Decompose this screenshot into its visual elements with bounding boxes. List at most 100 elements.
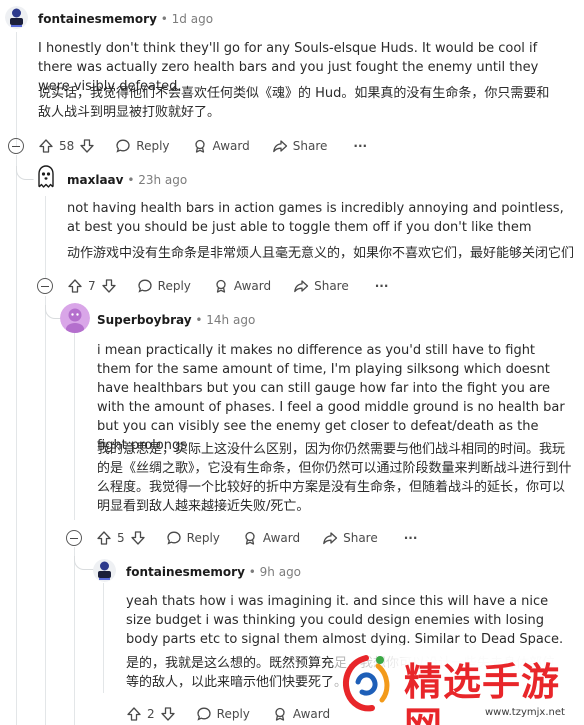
avatar-image: [93, 559, 116, 582]
more-options-button[interactable]: ···: [353, 139, 367, 153]
share-label: Share: [314, 279, 349, 293]
vote-group: 7: [67, 278, 117, 294]
downvote-icon[interactable]: [130, 530, 146, 546]
collapse-thread-button[interactable]: [8, 138, 24, 154]
username[interactable]: Superboybray: [97, 313, 192, 327]
share-label: Share: [343, 531, 378, 545]
reply-button[interactable]: Reply: [166, 530, 220, 546]
comment-actions: 5 Reply Award Share ···: [66, 527, 417, 549]
separator: •: [195, 313, 203, 327]
share-icon: [323, 532, 338, 545]
award-label: Award: [233, 279, 272, 293]
vote-count: 58: [59, 139, 75, 153]
separator: •: [127, 173, 135, 187]
reply-button[interactable]: Reply: [115, 138, 170, 154]
timestamp[interactable]: 1d ago: [172, 12, 213, 26]
award-icon: [275, 707, 285, 721]
comment-bubble-icon: [196, 707, 211, 721]
comment-body-zh: 我的意思是，实际上这没什么区别，因为你仍然需要与他们战斗相同的时间。我玩的是《丝…: [97, 442, 572, 514]
award-icon: [194, 139, 205, 153]
award-button[interactable]: Award: [192, 138, 250, 154]
vote-count: 2: [147, 707, 155, 721]
avatar-image: [33, 163, 59, 189]
reply-button[interactable]: Reply: [137, 278, 191, 294]
share-icon: [294, 280, 309, 293]
watermark-url: www.tzymjx.net: [485, 707, 565, 718]
award-button[interactable]: Award: [272, 706, 330, 722]
more-options-button[interactable]: ···: [375, 279, 389, 293]
comment-actions: 7 Reply Award Share ···: [37, 275, 388, 297]
comment-actions: 58 Reply Award Share ···: [8, 135, 367, 157]
username[interactable]: fontainesmemory: [126, 565, 245, 579]
avatar[interactable]: [5, 6, 28, 29]
share-button[interactable]: Share: [322, 530, 378, 546]
award-label: Award: [292, 707, 331, 721]
comment-body-zh: 说实话，我觉得他们不会喜欢任何类似《魂》的 Hud。如果真的没有生命条，你只需要…: [38, 86, 550, 120]
watermark-logo: [336, 652, 396, 718]
comment-bubble-icon: [116, 139, 130, 153]
share-icon: [272, 140, 287, 153]
thread-line-level2-cont[interactable]: [45, 296, 46, 725]
thread-line-level2[interactable]: [45, 196, 46, 278]
avatar-image: [5, 6, 28, 29]
reply-label: Reply: [186, 531, 220, 545]
comment-actions: 2 Reply Award: [126, 703, 330, 725]
reply-label: Reply: [216, 707, 250, 721]
avatar-image: [60, 303, 90, 333]
watermark-swirl-icon: [343, 655, 390, 712]
vote-count: 5: [117, 531, 125, 545]
reply-label: Reply: [136, 139, 170, 153]
comment-body-en: not having health bars in action games i…: [67, 201, 564, 235]
award-label: Award: [262, 531, 301, 545]
share-button[interactable]: Share: [293, 278, 349, 294]
reply-button[interactable]: Reply: [196, 706, 250, 722]
upvote-icon[interactable]: [96, 530, 112, 546]
comment-meta: fontainesmemory • 1d ago: [38, 11, 213, 27]
vote-group: 2: [126, 706, 176, 722]
downvote-icon[interactable]: [160, 706, 176, 722]
more-options-button[interactable]: ···: [404, 531, 418, 545]
award-label: Award: [212, 139, 250, 153]
award-button[interactable]: Award: [213, 278, 271, 294]
thread-elbow: [74, 556, 94, 570]
comment-body-en: i mean practically it makes no differenc…: [97, 343, 565, 453]
award-icon: [245, 531, 255, 545]
comment-body-en: yeah thats how i was imagining it. and s…: [126, 594, 564, 647]
timestamp[interactable]: 23h ago: [138, 173, 187, 187]
vote-group: 5: [96, 530, 146, 546]
share-label: Share: [292, 139, 328, 153]
reply-label: Reply: [157, 279, 191, 293]
collapse-thread-button[interactable]: [37, 278, 53, 294]
comment-bubble-icon: [166, 531, 181, 545]
downvote-icon[interactable]: [101, 278, 117, 294]
share-button[interactable]: Share: [272, 138, 328, 154]
award-icon: [216, 279, 226, 293]
comment-meta: fontainesmemory • 9h ago: [126, 564, 301, 580]
thread-line-level1-cont[interactable]: [16, 155, 17, 725]
upvote-icon[interactable]: [67, 278, 83, 294]
avatar[interactable]: [93, 559, 116, 582]
collapse-thread-button[interactable]: [66, 530, 82, 546]
avatar[interactable]: [60, 303, 90, 333]
comment-bubble-icon: [137, 279, 152, 293]
downvote-icon[interactable]: [79, 138, 95, 154]
separator: •: [160, 12, 168, 26]
comment-body-zh: 动作游戏中没有生命条是非常烦人且毫无意义的，如果你不喜欢它们，最好能够关闭它们: [67, 246, 575, 261]
comment-meta: Superboybray • 14h ago: [97, 312, 255, 328]
thread-line-level1[interactable]: [16, 32, 17, 147]
comment-meta: maxlaav • 23h ago: [67, 172, 187, 188]
vote-count: 7: [88, 279, 96, 293]
upvote-icon[interactable]: [38, 138, 54, 154]
avatar[interactable]: [33, 163, 59, 189]
separator: •: [248, 565, 256, 579]
thread-line-level3[interactable]: [74, 330, 75, 520]
upvote-icon[interactable]: [126, 706, 142, 722]
thread-line-level3-cont[interactable]: [74, 547, 75, 725]
username[interactable]: fontainesmemory: [38, 12, 157, 26]
username[interactable]: maxlaav: [67, 173, 123, 187]
timestamp[interactable]: 9h ago: [260, 565, 301, 579]
award-button[interactable]: Award: [242, 530, 300, 546]
timestamp[interactable]: 14h ago: [206, 313, 255, 327]
thread-line-level4[interactable]: [103, 583, 104, 693]
vote-group: 58: [38, 138, 95, 154]
